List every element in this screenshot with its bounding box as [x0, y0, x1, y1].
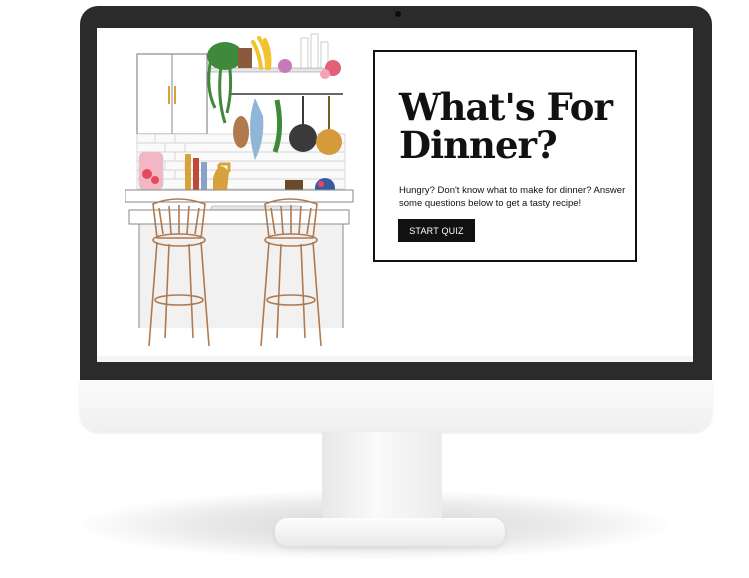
hero-card: What's For Dinner? Hungry? Don't know wh… — [373, 50, 637, 262]
kitchen-island-icon — [125, 162, 354, 362]
monitor-stand-base — [275, 518, 505, 546]
hero-subtitle: Hungry? Don't know what to make for dinn… — [399, 185, 626, 209]
desktop-mockup: What's For Dinner? Hungry? Don't know wh… — [0, 0, 749, 578]
shelf-icon — [206, 33, 341, 124]
monitor-screen: What's For Dinner? Hungry? Don't know wh… — [97, 28, 693, 362]
monitor-chin — [80, 380, 712, 432]
monitor-stand-neck — [322, 432, 442, 524]
webcam-icon — [395, 11, 401, 17]
kitchen-illustration-icon — [125, 33, 354, 362]
page-title: What's For Dinner? — [399, 85, 613, 167]
wall-cabinet-icon — [136, 53, 208, 135]
start-quiz-button[interactable]: START QUIZ — [398, 219, 475, 242]
screen-bottom-edge — [97, 356, 693, 362]
